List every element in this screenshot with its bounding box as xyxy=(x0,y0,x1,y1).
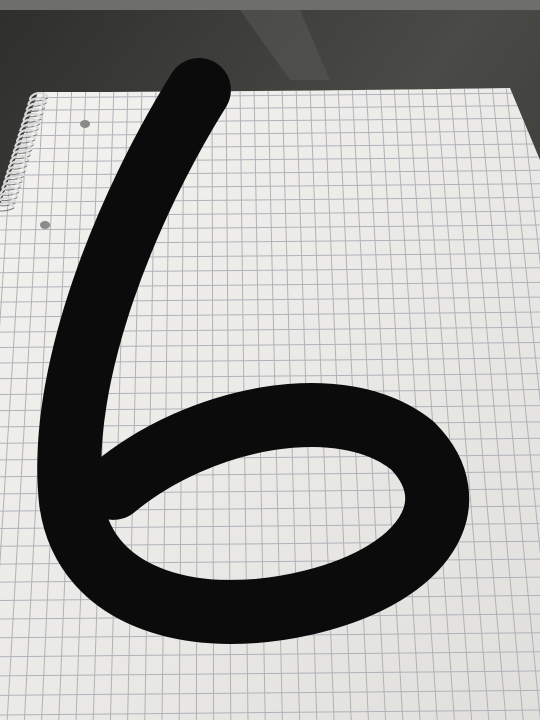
handwritten-six xyxy=(37,58,470,644)
photo-scene xyxy=(0,0,540,720)
